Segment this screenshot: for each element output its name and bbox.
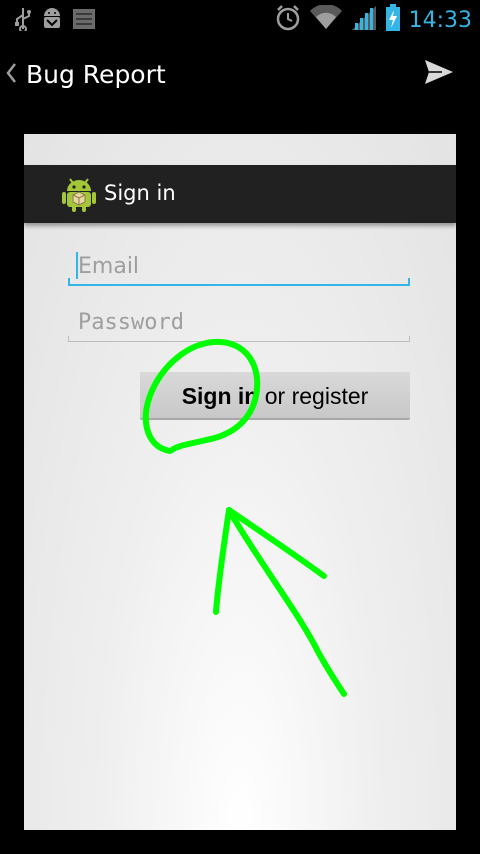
wifi-icon [309,4,343,35]
action-bar: Bug Report [0,38,480,112]
android-icon [62,175,96,217]
system-icons: 14:33 [275,4,472,36]
email-placeholder: Email [78,254,140,279]
password-placeholder: Password [78,310,184,335]
password-underline [68,341,410,342]
app-title-bar: Sign in [24,165,456,223]
send-icon[interactable] [424,58,454,90]
bug-screenshot: Sign in Email Password Sign in or regist… [24,134,456,830]
battery-charging-icon [385,4,401,36]
password-underline-right-tick [409,336,410,342]
clock: 14:33 [408,7,472,33]
sign-in-button-rest-label: or register [258,383,369,409]
app-title: Sign in [104,181,176,205]
signal-icon [351,5,377,35]
sign-in-button[interactable]: Sign in or register [140,372,410,420]
sign-in-button-bold-label: Sign in [181,383,259,409]
usb-icon [14,7,32,35]
page-title[interactable]: Bug Report [26,60,166,89]
text-cursor [76,252,78,279]
notification-icons [14,6,96,36]
password-underline-left-tick [68,336,69,342]
email-underline-right-tick [408,278,410,286]
android-debug-icon [40,6,64,36]
email-field[interactable]: Email [68,248,410,286]
password-field[interactable]: Password [68,304,410,342]
green-annotation-scribble [142,338,347,697]
email-underline [68,284,410,286]
status-bar: 14:33 [0,0,480,38]
alarm-icon [275,4,301,36]
annotation-arrow-head-left [213,507,232,615]
screenshot-icon [72,7,96,35]
chevron-left-icon[interactable] [4,60,18,90]
email-underline-left-tick [68,278,70,286]
annotation-arrow-shaft [226,507,347,697]
annotation-arrow-head-right [226,507,327,579]
